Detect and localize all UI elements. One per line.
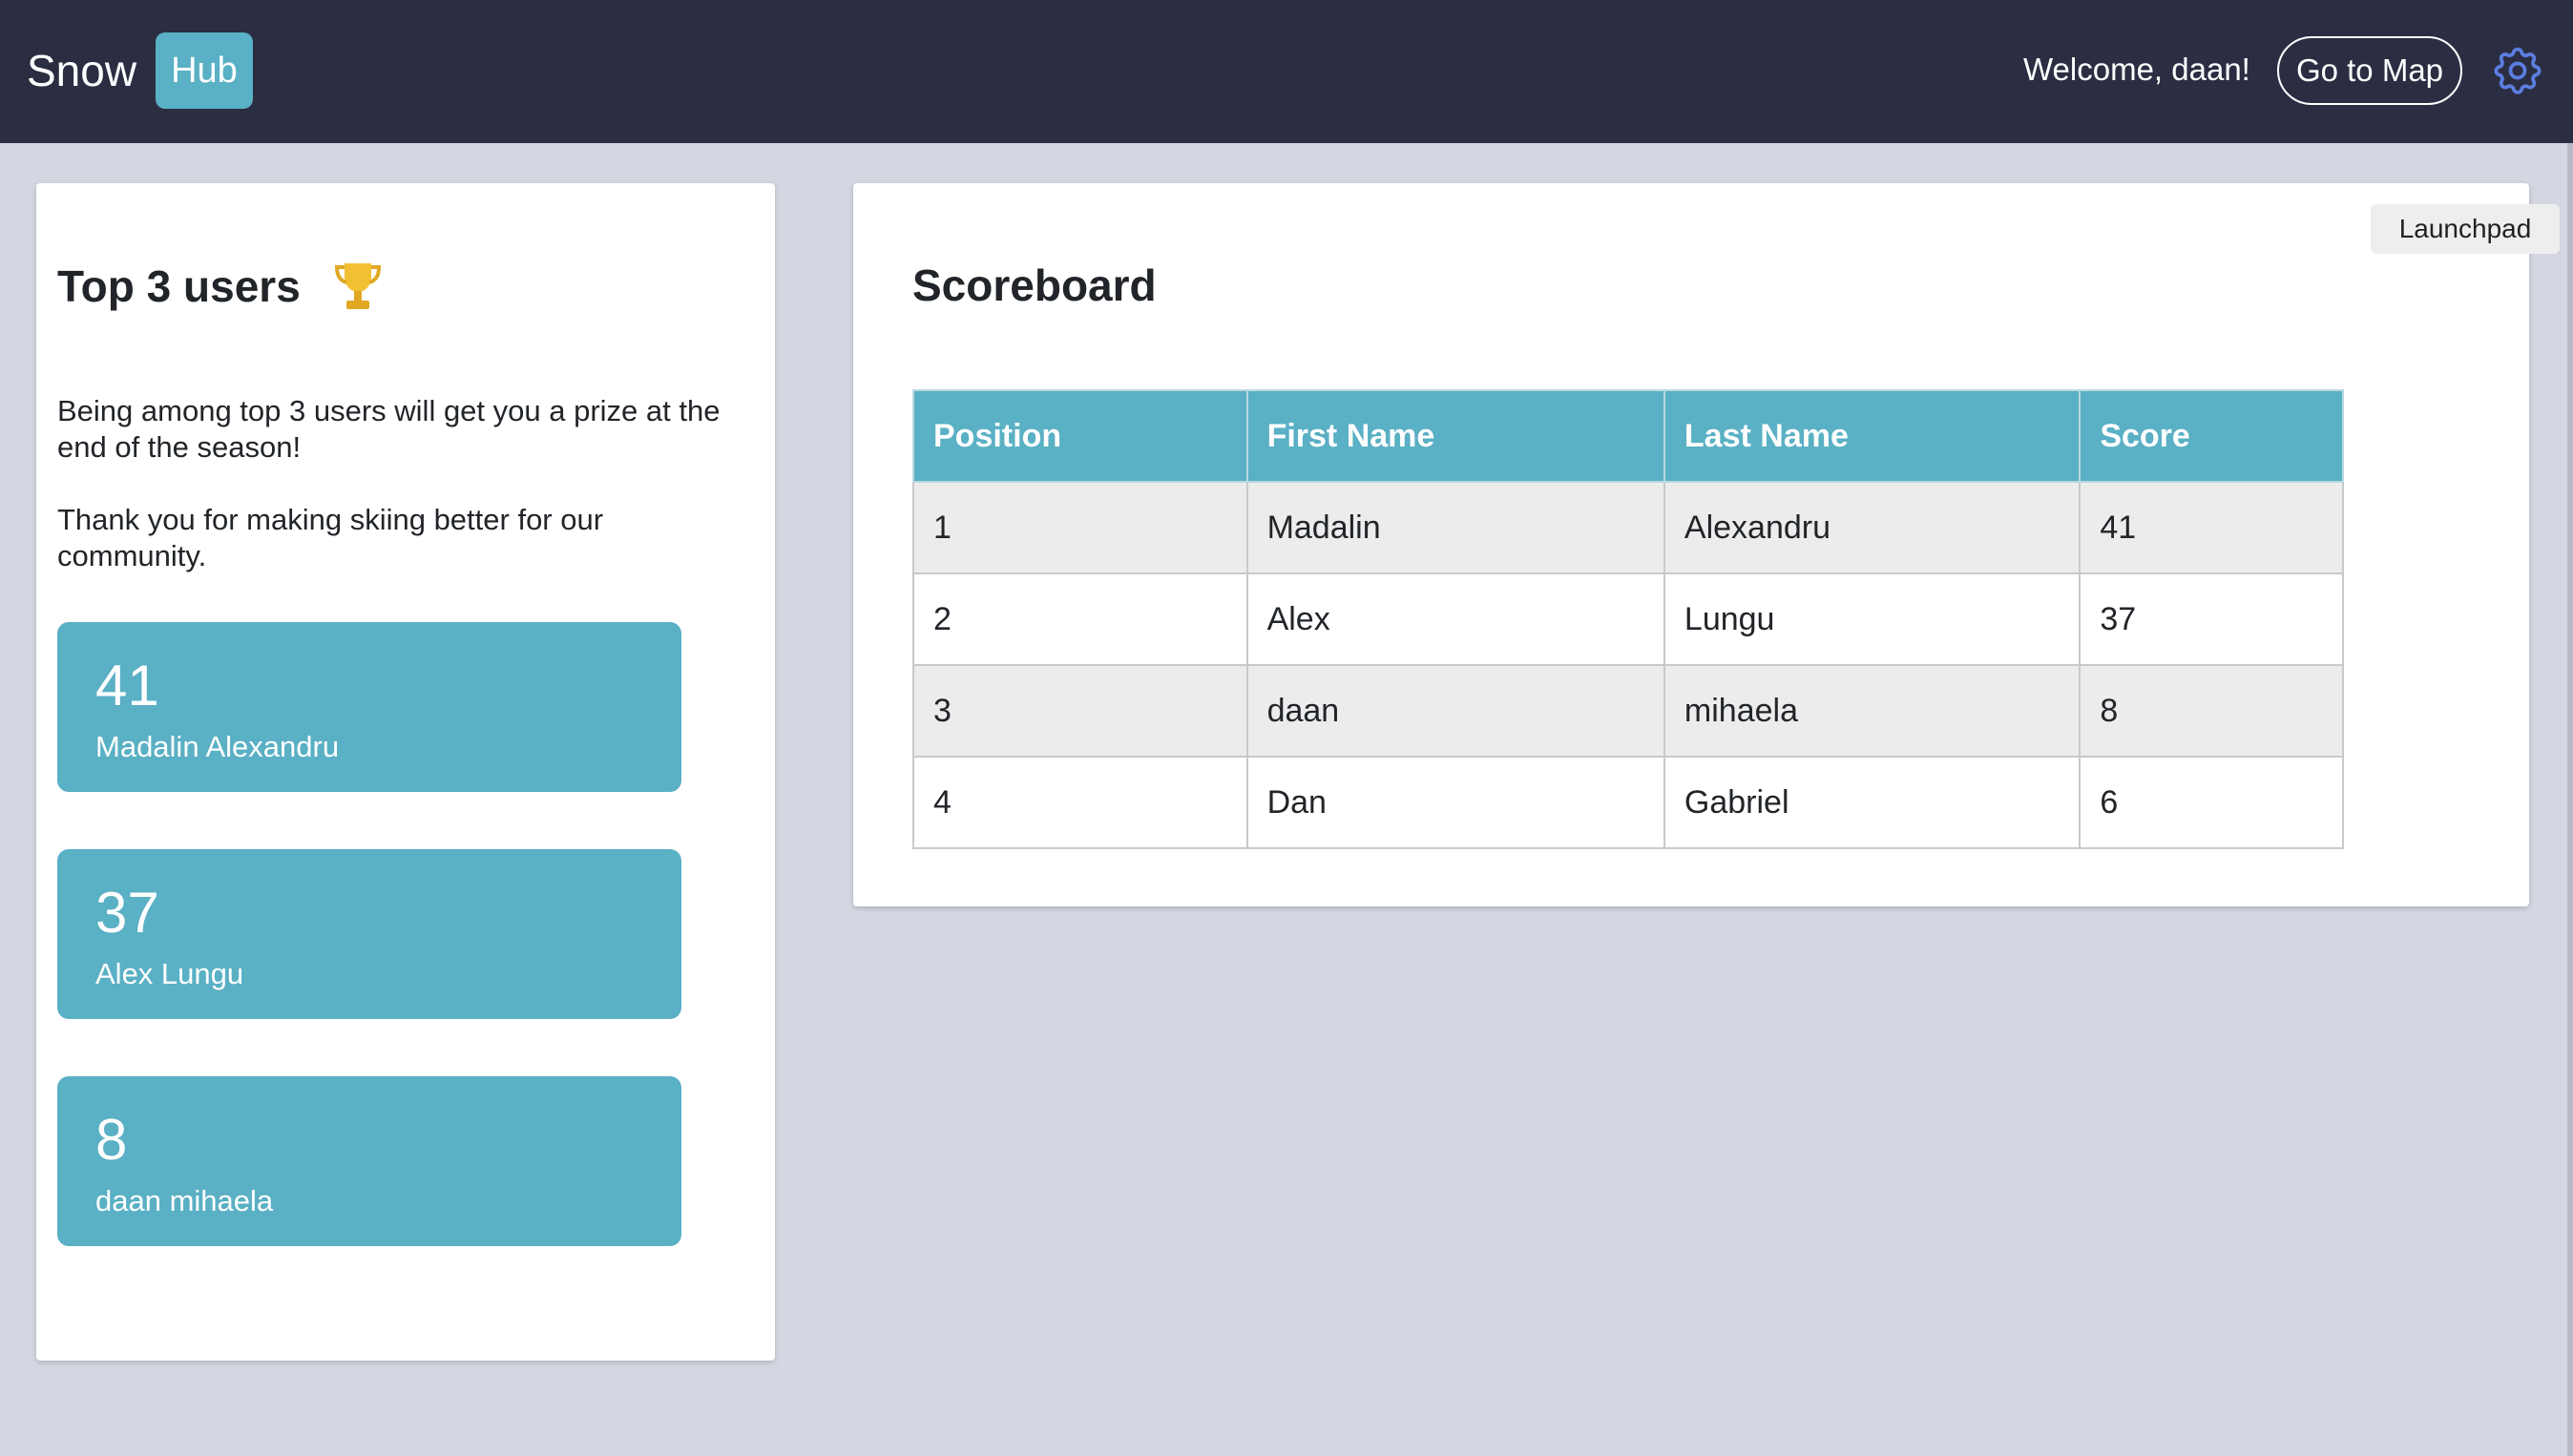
cell-last-name: Alexandru [1663, 481, 2081, 574]
column-header-position[interactable]: Position [912, 389, 1248, 483]
top-user-name: Madalin Alexandru [95, 730, 340, 763]
cell-last-name: Lungu [1663, 572, 2081, 666]
brand-badge: Hub [156, 32, 253, 109]
trophy-icon [334, 263, 381, 309]
brand-logo[interactable]: Snow Hub [27, 32, 253, 109]
column-header-last-name[interactable]: Last Name [1663, 389, 2081, 483]
top-users-title: Top 3 users [57, 261, 301, 311]
top-user-name: daan mihaela [95, 1184, 274, 1217]
table-row: 3 daan mihaela 8 [912, 664, 2344, 758]
cell-position: 4 [912, 756, 1248, 849]
cell-score: 6 [2079, 756, 2344, 849]
cell-position: 2 [912, 572, 1248, 666]
cell-score: 37 [2079, 572, 2344, 666]
scoreboard-table: Position First Name Last Name Score 1 Ma… [912, 389, 2344, 849]
top-user-score: 41 [95, 654, 159, 718]
cell-first-name: Dan [1245, 756, 1665, 849]
cell-first-name: daan [1245, 664, 1665, 758]
table-header-row: Position First Name Last Name Score [912, 389, 2344, 483]
go-to-map-button[interactable]: Go to Map [2277, 36, 2462, 105]
cell-first-name: Madalin [1245, 481, 1665, 574]
cell-score: 41 [2079, 481, 2344, 574]
cell-score: 8 [2079, 664, 2344, 758]
cell-position: 3 [912, 664, 1248, 758]
prize-info-text: Being among top 3 users will get you a p… [57, 394, 721, 464]
brand-text: Snow [27, 46, 137, 95]
column-header-first-name[interactable]: First Name [1245, 389, 1665, 483]
cell-position: 1 [912, 481, 1248, 574]
top-user-card: 8 daan mihaela [57, 1076, 681, 1246]
top-user-card: 41 Madalin Alexandru [57, 622, 681, 792]
column-header-score[interactable]: Score [2079, 389, 2344, 483]
top-user-score: 37 [95, 881, 159, 945]
cell-last-name: mihaela [1663, 664, 2081, 758]
welcome-message: Welcome, daan! [2023, 52, 2250, 87]
table-row: 1 Madalin Alexandru 41 [912, 481, 2344, 574]
top-navbar: Snow Hub Welcome, daan! Go to Map [0, 0, 2573, 143]
thank-you-text: Thank you for making skiing better for o… [57, 503, 604, 572]
table-row: 4 Dan Gabriel 6 [912, 756, 2344, 849]
top-user-name: Alex Lungu [95, 957, 244, 990]
top-user-score: 8 [95, 1108, 128, 1172]
window-edge [2567, 143, 2573, 1456]
top-users-heading: Top 3 users [57, 260, 383, 313]
gear-icon[interactable] [2489, 42, 2546, 99]
launchpad-button[interactable]: Launchpad [2371, 204, 2560, 254]
cell-first-name: Alex [1245, 572, 1665, 666]
cell-last-name: Gabriel [1663, 756, 2081, 849]
scoreboard-title: Scoreboard [912, 260, 1157, 310]
top-user-card: 37 Alex Lungu [57, 849, 681, 1019]
table-row: 2 Alex Lungu 37 [912, 572, 2344, 666]
